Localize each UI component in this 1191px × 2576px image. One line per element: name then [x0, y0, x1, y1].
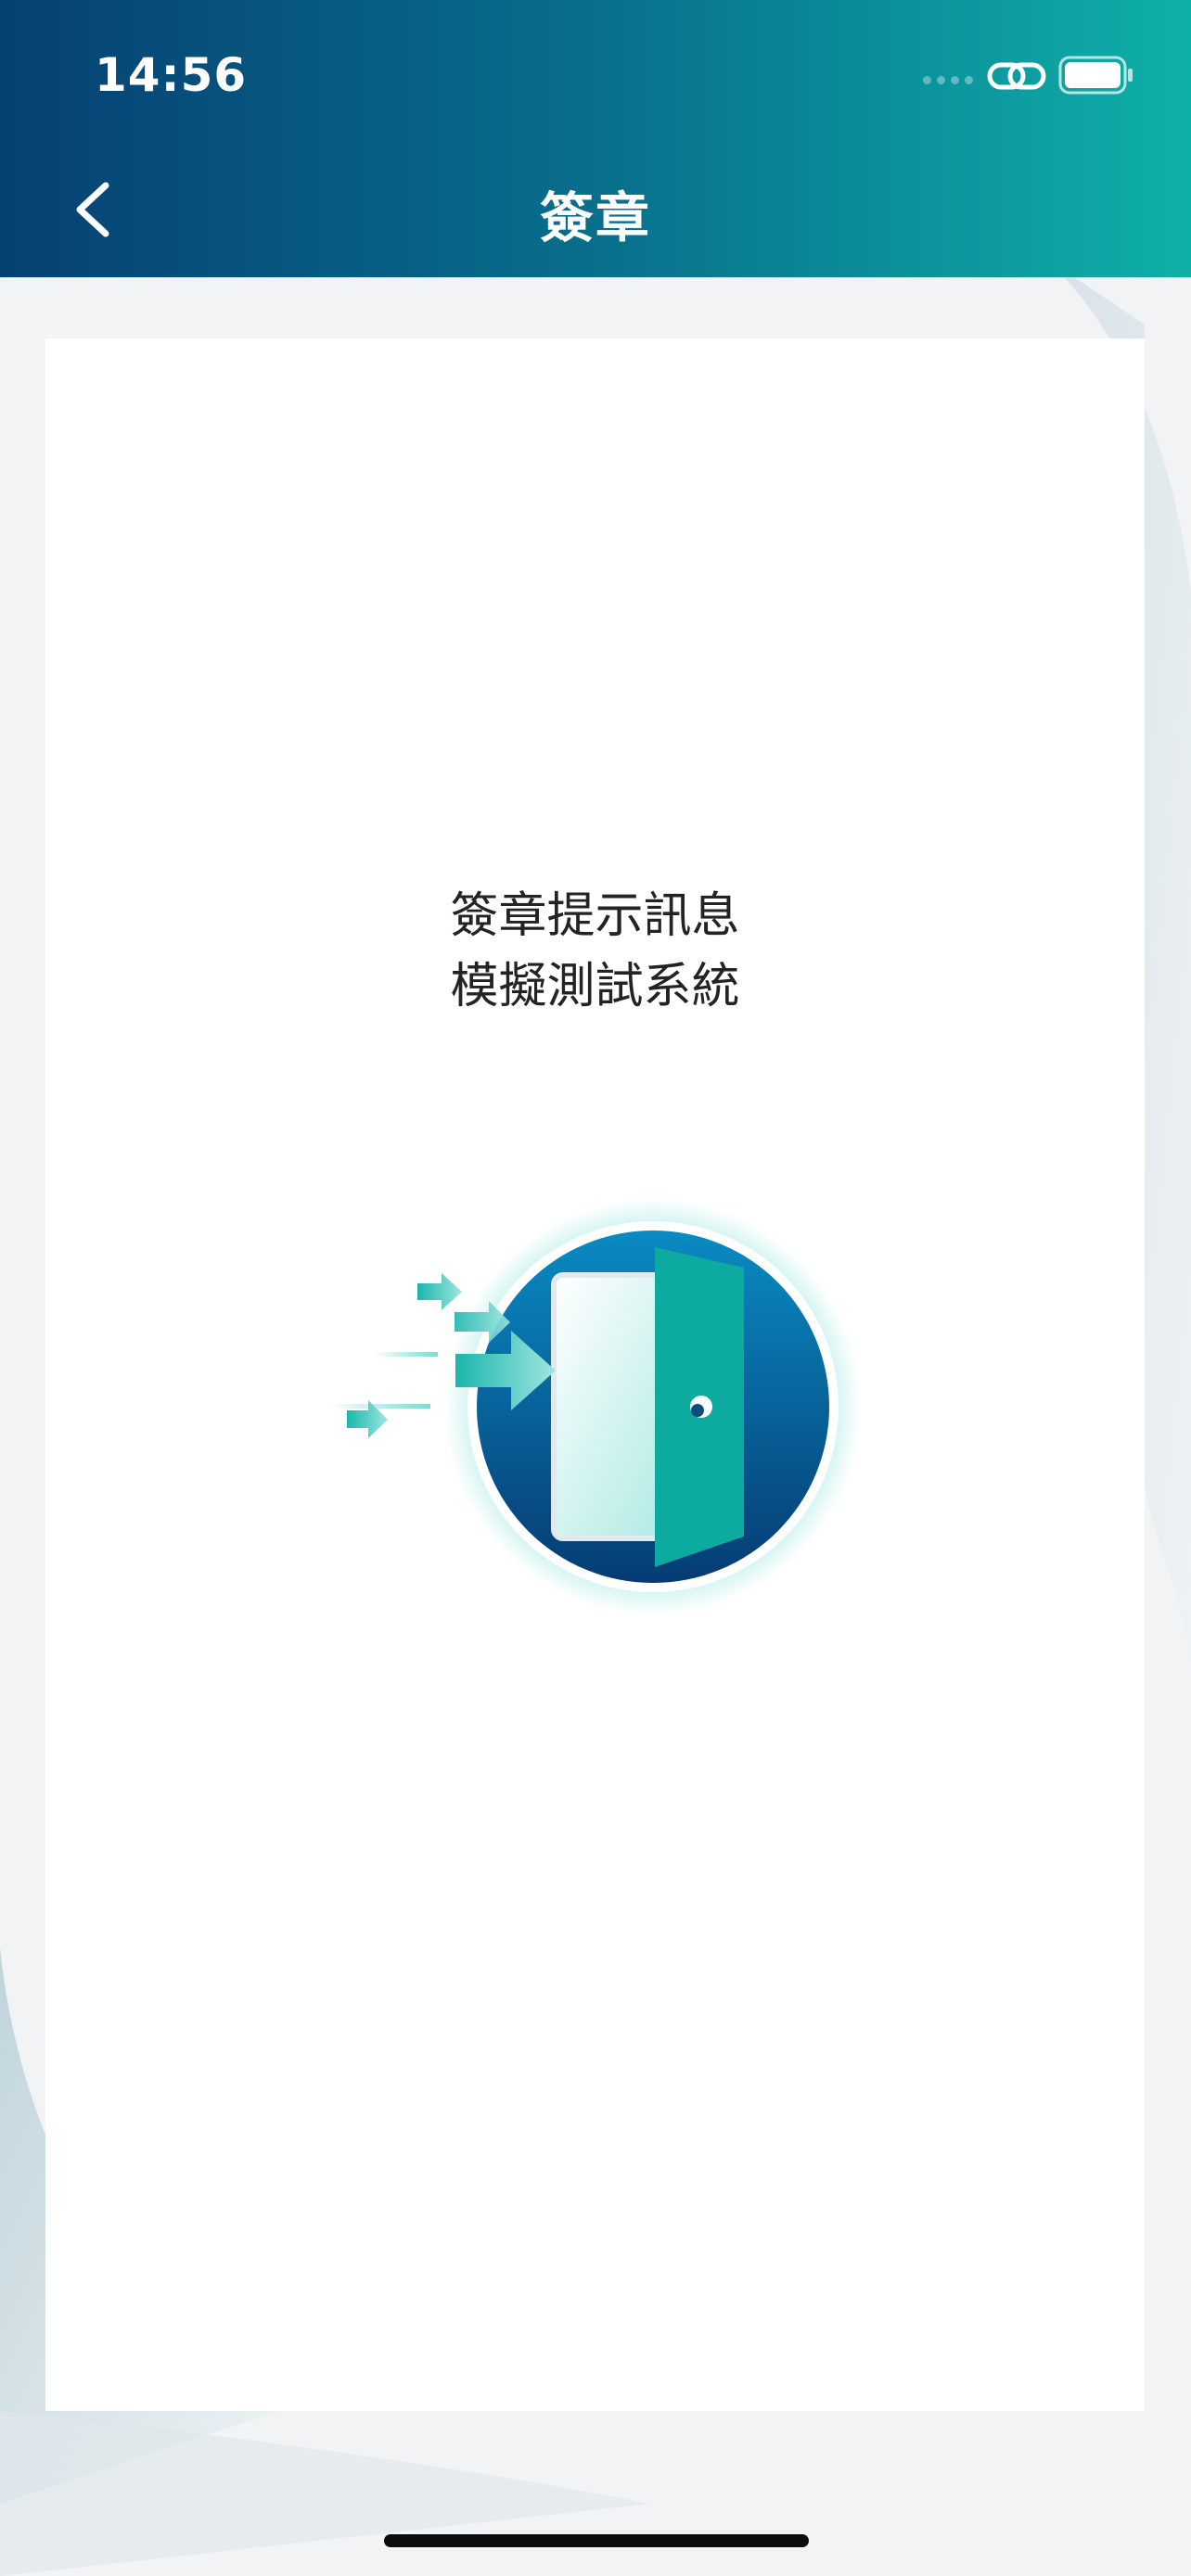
door-enter-icon	[328, 1198, 862, 1615]
top-header: 14:56 簽章	[0, 0, 1191, 277]
confirm-card: 簽章提示訊息 模擬測試系統	[45, 338, 1145, 2411]
status-time: 14:56	[95, 48, 248, 102]
signal-dots-icon	[923, 76, 973, 84]
message-line-2: 模擬測試系統	[450, 959, 740, 1014]
link-icon	[987, 62, 1046, 90]
home-indicator[interactable]	[384, 2534, 809, 2547]
page-title: 簽章	[539, 186, 651, 249]
battery-icon	[1058, 56, 1133, 95]
message-line-1: 簽章提示訊息	[450, 888, 740, 944]
prompt-message: 簽章提示訊息 模擬測試系統	[45, 881, 1145, 1022]
